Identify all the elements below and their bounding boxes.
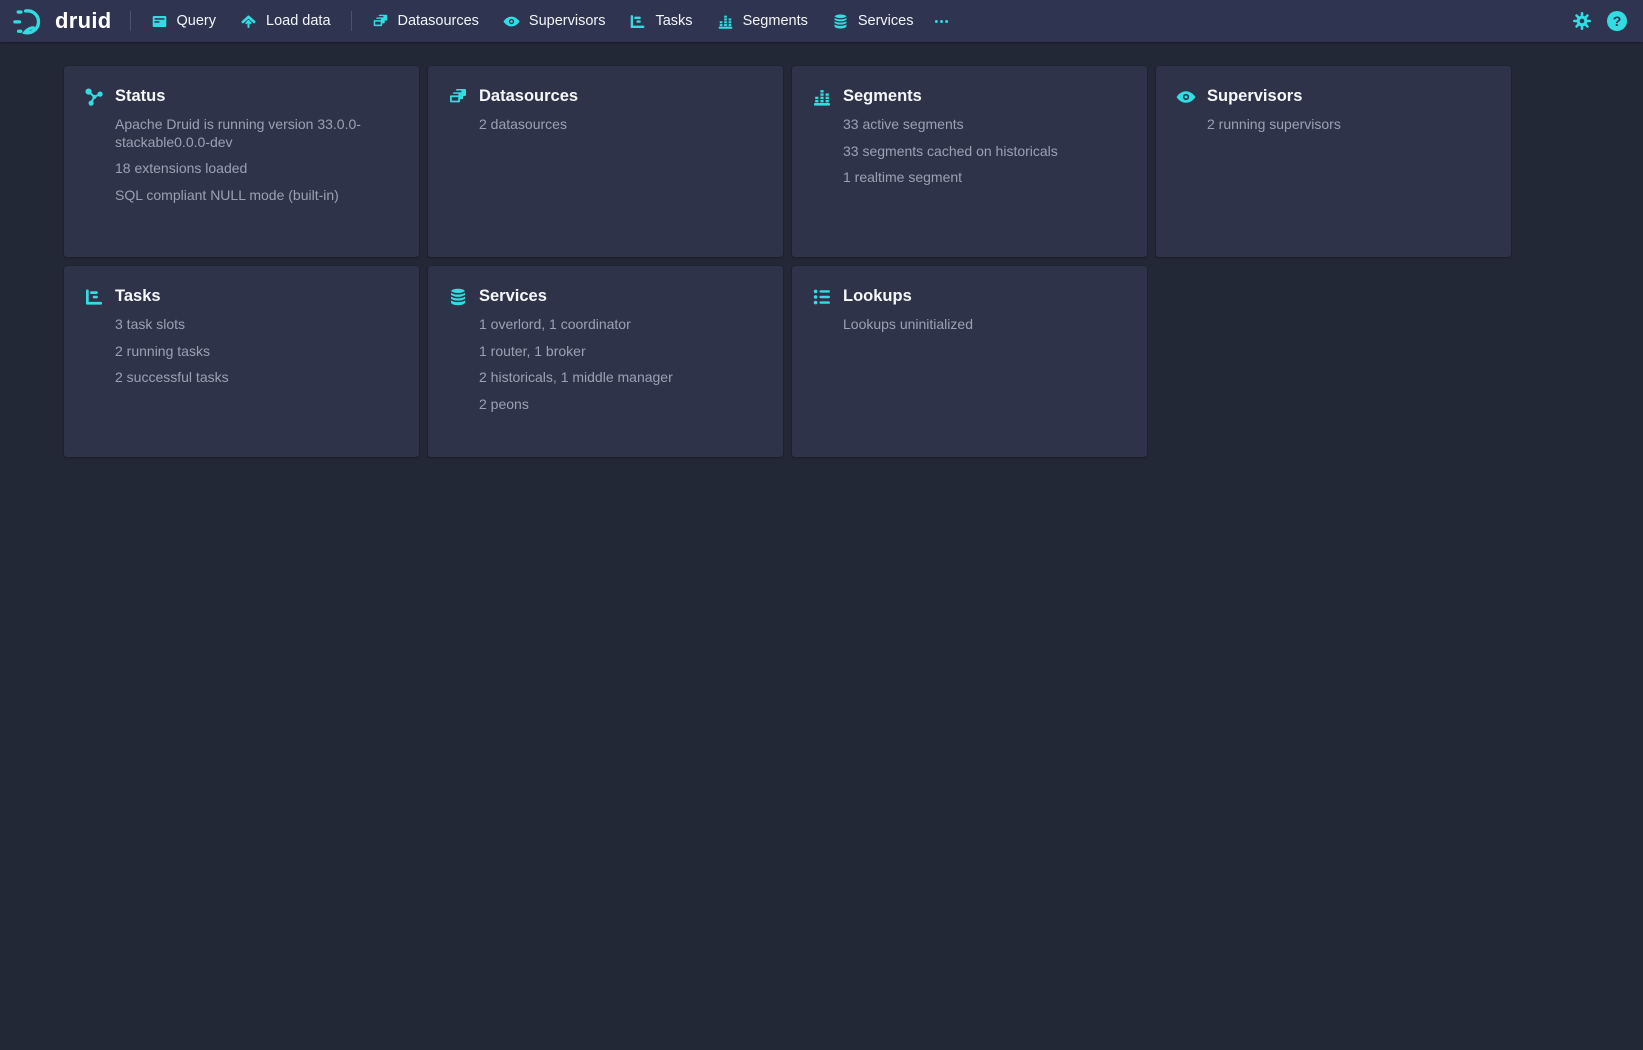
card-line: 2 running supervisors: [1207, 116, 1491, 134]
card-title: Lookups: [843, 286, 1127, 306]
nav-label: Load data: [266, 13, 331, 29]
card-line: Apache Druid is running version 33.0.0-s…: [115, 116, 399, 151]
gear-icon[interactable]: [1572, 11, 1592, 31]
card-line: 2 successful tasks: [115, 369, 399, 387]
nav-label: Tasks: [655, 13, 692, 29]
database-icon: [448, 287, 468, 422]
gantt-chart-icon: [84, 287, 104, 396]
services-card[interactable]: Services 1 overlord, 1 coordinator 1 rou…: [428, 266, 783, 457]
nav-label: Segments: [743, 13, 808, 29]
nav-label: Supervisors: [529, 13, 606, 29]
card-title: Tasks: [115, 286, 399, 306]
card-line: 33 active segments: [843, 116, 1127, 134]
navbar-divider: [130, 11, 131, 31]
nav-item-datasources[interactable]: Datasources: [360, 8, 491, 35]
help-icon[interactable]: ?: [1607, 11, 1627, 31]
navbar: druid Query Load data Datasources: [0, 0, 1643, 42]
card-line: 1 overlord, 1 coordinator: [479, 316, 763, 334]
card-content: Status Apache Druid is running version 3…: [115, 86, 399, 213]
status-card[interactable]: Status Apache Druid is running version 3…: [64, 66, 419, 257]
bar-chart-icon: [717, 13, 734, 30]
datasources-card[interactable]: Datasources 2 datasources: [428, 66, 783, 257]
card-line: 2 peons: [479, 396, 763, 414]
tasks-card[interactable]: Tasks 3 task slots 2 running tasks 2 suc…: [64, 266, 419, 457]
card-title: Services: [479, 286, 763, 306]
graph-icon: [84, 87, 104, 213]
card-line: 1 router, 1 broker: [479, 343, 763, 361]
bar-chart-icon: [812, 87, 832, 196]
nav-label: Services: [858, 13, 914, 29]
card-content: Datasources 2 datasources: [479, 86, 763, 143]
card-title: Status: [115, 86, 399, 106]
stacked-panels-icon: [448, 87, 468, 143]
card-content: Segments 33 active segments 33 segments …: [843, 86, 1127, 196]
nav-item-tasks[interactable]: Tasks: [617, 8, 704, 35]
eye-icon: [503, 13, 520, 30]
druid-swirl-icon: [12, 3, 49, 40]
nav-label: Datasources: [398, 13, 479, 29]
card-line: Lookups uninitialized: [843, 316, 1127, 334]
eye-icon: [1176, 87, 1196, 143]
nav-item-services[interactable]: Services: [820, 8, 926, 35]
card-title: Supervisors: [1207, 86, 1491, 106]
nav-label: Query: [177, 13, 217, 29]
nav-more-button[interactable]: [925, 8, 958, 35]
nav-item-query[interactable]: Query: [139, 8, 229, 35]
database-icon: [832, 13, 849, 30]
home-view: Status Apache Druid is running version 3…: [64, 66, 1643, 457]
navbar-divider: [351, 11, 352, 31]
upload-arrow-icon: [240, 13, 257, 30]
more-icon: [933, 13, 950, 30]
card-title: Datasources: [479, 86, 763, 106]
brand-name: druid: [55, 0, 112, 42]
card-content: Tasks 3 task slots 2 running tasks 2 suc…: [115, 286, 399, 396]
list-icon: [812, 287, 832, 343]
card-line: 1 realtime segment: [843, 169, 1127, 187]
gantt-chart-icon: [629, 13, 646, 30]
card-line: 2 datasources: [479, 116, 763, 134]
card-line: 33 segments cached on historicals: [843, 143, 1127, 161]
card-line: SQL compliant NULL mode (built-in): [115, 187, 399, 205]
application-icon: [151, 13, 168, 30]
stacked-panels-icon: [372, 13, 389, 30]
card-line: 2 historicals, 1 middle manager: [479, 369, 763, 387]
supervisors-card[interactable]: Supervisors 2 running supervisors: [1156, 66, 1511, 257]
segments-card[interactable]: Segments 33 active segments 33 segments …: [792, 66, 1147, 257]
card-line: 18 extensions loaded: [115, 160, 399, 178]
lookups-card[interactable]: Lookups Lookups uninitialized: [792, 266, 1147, 457]
card-content: Lookups Lookups uninitialized: [843, 286, 1127, 343]
card-content: Supervisors 2 running supervisors: [1207, 86, 1491, 143]
nav-item-load-data[interactable]: Load data: [228, 8, 343, 35]
nav-group-workbench: Query Load data: [139, 8, 343, 35]
card-content: Services 1 overlord, 1 coordinator 1 rou…: [479, 286, 763, 422]
card-title: Segments: [843, 86, 1127, 106]
navbar-right: ?: [1572, 11, 1631, 31]
nav-group-views: Datasources Supervisors Tasks Segments S…: [360, 8, 959, 35]
card-line: 3 task slots: [115, 316, 399, 334]
nav-item-supervisors[interactable]: Supervisors: [491, 8, 618, 35]
brand-home-link[interactable]: druid: [12, 0, 112, 42]
card-line: 2 running tasks: [115, 343, 399, 361]
nav-item-segments[interactable]: Segments: [705, 8, 820, 35]
